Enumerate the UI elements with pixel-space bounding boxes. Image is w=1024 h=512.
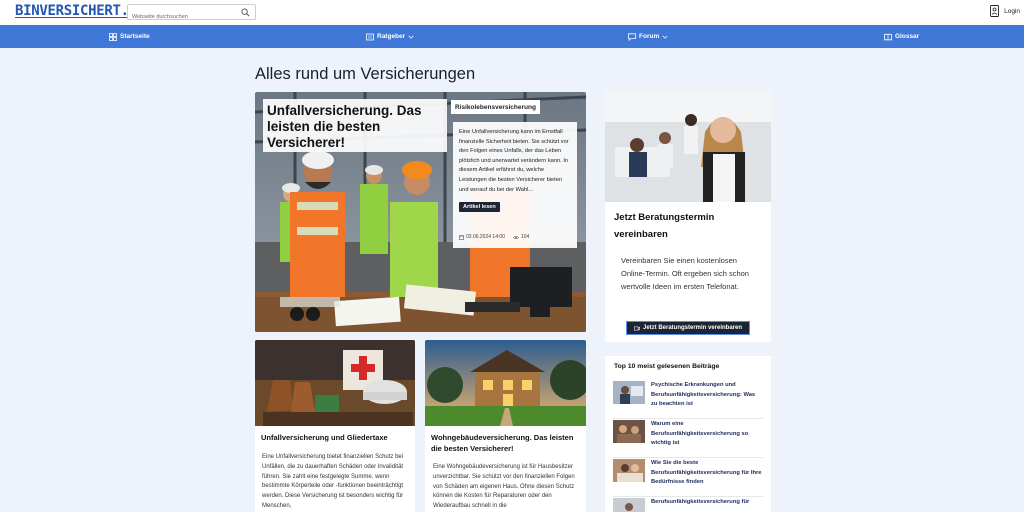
chevron-down-icon bbox=[408, 35, 414, 39]
open-book-icon bbox=[884, 33, 892, 41]
nav-label: Glossar bbox=[895, 33, 920, 40]
consultation-widget: Jetzt Beratungstermin vereinbaren Verein… bbox=[605, 92, 771, 342]
article-thumbnail bbox=[613, 498, 645, 512]
page-title: Alles rund um Versicherungen bbox=[255, 65, 476, 83]
consultant-photo bbox=[605, 92, 771, 202]
article-card-title[interactable]: Unfallversicherung und Gliedertaxe bbox=[261, 432, 409, 443]
article-card-title[interactable]: Wohngebäudeversicherung. Das leisten die… bbox=[431, 432, 581, 454]
nav-item-startseite[interactable]: Startseite bbox=[109, 25, 150, 48]
video-call-icon bbox=[634, 326, 640, 330]
hero-views: 104 bbox=[520, 234, 530, 240]
views-meta: 104 bbox=[512, 234, 530, 240]
top-articles-widget: Top 10 meist gelesenen Beiträge Psychisc… bbox=[605, 356, 771, 512]
article-thumbnail bbox=[613, 459, 645, 482]
top-articles-title: Top 10 meist gelesenen Beiträge bbox=[614, 363, 720, 370]
article-image-safety-gear bbox=[255, 340, 415, 426]
article-card[interactable]: Wohngebäudeversicherung. Das leisten die… bbox=[425, 340, 586, 512]
top-article-item[interactable]: Warum eine Berufsunfähigkeitsversicherun… bbox=[613, 420, 763, 458]
nav-item-ratgeber[interactable]: Ratgeber bbox=[366, 25, 414, 48]
top-header: BINVERSICHERT.DE Login bbox=[0, 0, 1024, 25]
article-card[interactable]: Unfallversicherung und Gliedertaxe Eine … bbox=[255, 340, 415, 512]
hero-title-box[interactable]: Unfallversicherung. Das leisten die best… bbox=[263, 99, 447, 152]
nav-label: Startseite bbox=[120, 33, 150, 40]
login-label: Login bbox=[1004, 7, 1020, 15]
nav-item-glossar[interactable]: Glossar bbox=[884, 25, 919, 48]
hero-excerpt-card: Eine Unfallversicherung kann im Ernstfal… bbox=[453, 122, 577, 248]
chevron-down-icon bbox=[662, 35, 668, 39]
article-thumbnail bbox=[613, 420, 645, 443]
hero-title[interactable]: Unfallversicherung. Das leisten die best… bbox=[267, 103, 443, 151]
top-article-title[interactable]: Psychische Erkrankungen und Berufsunfähi… bbox=[651, 381, 763, 410]
book-consultation-label: Jetzt Beratungstermin vereinbaren bbox=[642, 325, 743, 331]
eye-icon bbox=[512, 235, 519, 239]
search-icon[interactable] bbox=[241, 8, 250, 17]
article-card-excerpt: Eine Unfallversicherung bietet finanziel… bbox=[262, 454, 404, 509]
site-logo[interactable]: BINVERSICHERT.DE bbox=[15, 3, 145, 19]
date-meta: 03.06.2024 14:00 bbox=[459, 234, 505, 240]
hero-article[interactable]: Unfallversicherung. Das leisten die best… bbox=[255, 92, 586, 332]
article-image-house bbox=[425, 340, 586, 426]
main-navigation: Startseite Ratgeber Forum Glossar bbox=[0, 25, 1024, 48]
login-link[interactable]: Login bbox=[990, 5, 1020, 17]
top-article-title[interactable]: Berufsunfähigkeitsversicherung für bbox=[651, 498, 763, 508]
top-article-item[interactable]: Psychische Erkrankungen und Berufsunfähi… bbox=[613, 381, 763, 419]
nav-label: Ratgeber bbox=[377, 33, 406, 40]
book-icon bbox=[366, 33, 374, 40]
consultation-text: Vereinbaren Sie einen kostenlosen Online… bbox=[621, 256, 749, 291]
grid-icon bbox=[109, 32, 117, 41]
read-article-button[interactable]: Artikel lesen bbox=[459, 202, 500, 213]
article-thumbnail bbox=[613, 381, 645, 404]
top-article-item[interactable]: Berufsunfähigkeitsversicherung für bbox=[613, 498, 763, 512]
nav-item-forum[interactable]: Forum bbox=[628, 25, 668, 48]
calendar-icon bbox=[459, 234, 464, 240]
search-box[interactable] bbox=[127, 4, 256, 24]
top-article-title[interactable]: Warum eine Berufsunfähigkeitsversicherun… bbox=[651, 420, 763, 449]
top-article-item[interactable]: Wie Sie die beste Berufsunfähigkeitsvers… bbox=[613, 459, 763, 497]
search-input[interactable] bbox=[132, 10, 240, 24]
chat-icon bbox=[628, 32, 636, 41]
nav-label: Forum bbox=[639, 33, 660, 40]
article-card-excerpt: Eine Wohngebäudeversicherung ist für Hau… bbox=[433, 464, 575, 510]
user-badge-icon bbox=[990, 5, 1000, 17]
consultation-title: Jetzt Beratungstermin vereinbaren bbox=[614, 212, 715, 240]
book-consultation-button[interactable]: Jetzt Beratungstermin vereinbaren bbox=[626, 321, 750, 335]
hero-excerpt: Eine Unfallversicherung kann im Ernstfal… bbox=[459, 129, 569, 193]
hero-date: 03.06.2024 14:00 bbox=[466, 234, 505, 240]
hero-meta: 03.06.2024 14:00 104 bbox=[459, 234, 529, 240]
top-article-title[interactable]: Wie Sie die beste Berufsunfähigkeitsvers… bbox=[651, 459, 763, 488]
category-badge[interactable]: Risikolebensversicherung bbox=[451, 100, 540, 114]
